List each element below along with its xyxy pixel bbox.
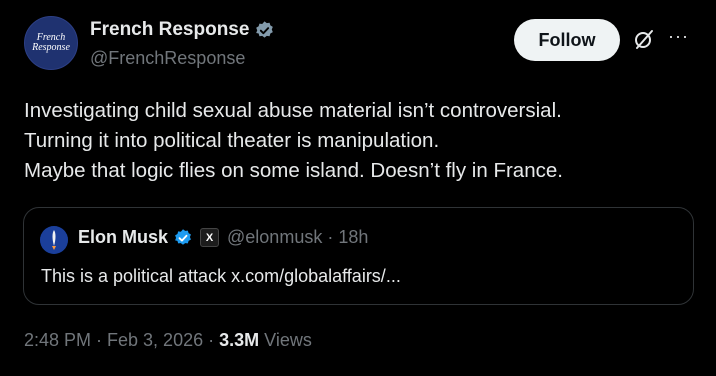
tweet-meta: 2:48 PM · Feb 3, 2026 · 3.3M Views [24,330,312,351]
author-avatar[interactable]: French Response [24,16,78,70]
views-count: 3.3M [219,330,260,350]
more-icon[interactable]: ··· [668,27,692,48]
x-affiliation-badge-icon: X [200,228,220,247]
views-label: Views [259,330,312,350]
author-name-row: French Response [90,19,275,41]
avatar-text-line2: Response [32,42,70,53]
quoted-display-name[interactable]: Elon Musk [78,227,168,248]
tweet-timestamp[interactable]: 2:48 PM · Feb 3, 2026 · [24,330,219,350]
rocket-avatar-icon [40,226,68,254]
quoted-tweet[interactable]: Elon Musk X @elonmusk · 18h This is a po… [23,207,694,305]
quoted-tweet-text: This is a political attack x.com/globala… [41,266,401,286]
follow-button[interactable]: Follow [514,19,620,61]
quoted-name-row: Elon Musk X @elonmusk · 18h [78,227,368,248]
quoted-handle-time: @elonmusk · 18h [227,227,369,247]
author-display-name[interactable]: French Response [90,19,249,41]
verified-badge-icon [256,20,274,38]
verified-badge-icon [175,228,191,245]
tweet-line: Investigating child sexual abuse materia… [24,99,562,122]
author-handle[interactable]: @FrenchResponse [90,48,245,69]
quoted-author-avatar[interactable] [40,226,68,254]
tweet-line: Maybe that logic flies on some island. D… [24,159,563,182]
grok-icon[interactable] [632,27,656,51]
tweet-line: Turning it into political theater is man… [24,129,440,152]
tweet-text: Investigating child sexual abuse materia… [24,96,704,186]
